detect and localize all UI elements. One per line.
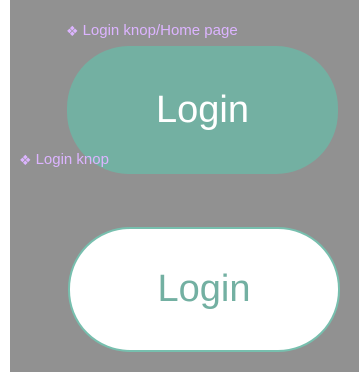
design-canvas: ❖ Login knop/Home page Login ❖ Login kno… (10, 0, 359, 372)
component-diamond-icon: ❖ (66, 23, 79, 39)
frame-label-text: Login knop/Home page (82, 22, 238, 39)
component-diamond-icon: ❖ (19, 152, 32, 168)
login-button-label: Login (156, 88, 249, 131)
frame-label-login-knop[interactable]: ❖ Login knop (19, 151, 109, 169)
frame-label-home-page[interactable]: ❖ Login knop/Home page (66, 22, 238, 40)
frame-label-text: Login knop (35, 151, 109, 168)
login-button-label: Login (157, 268, 251, 310)
login-button-outline[interactable]: Login (68, 227, 340, 352)
